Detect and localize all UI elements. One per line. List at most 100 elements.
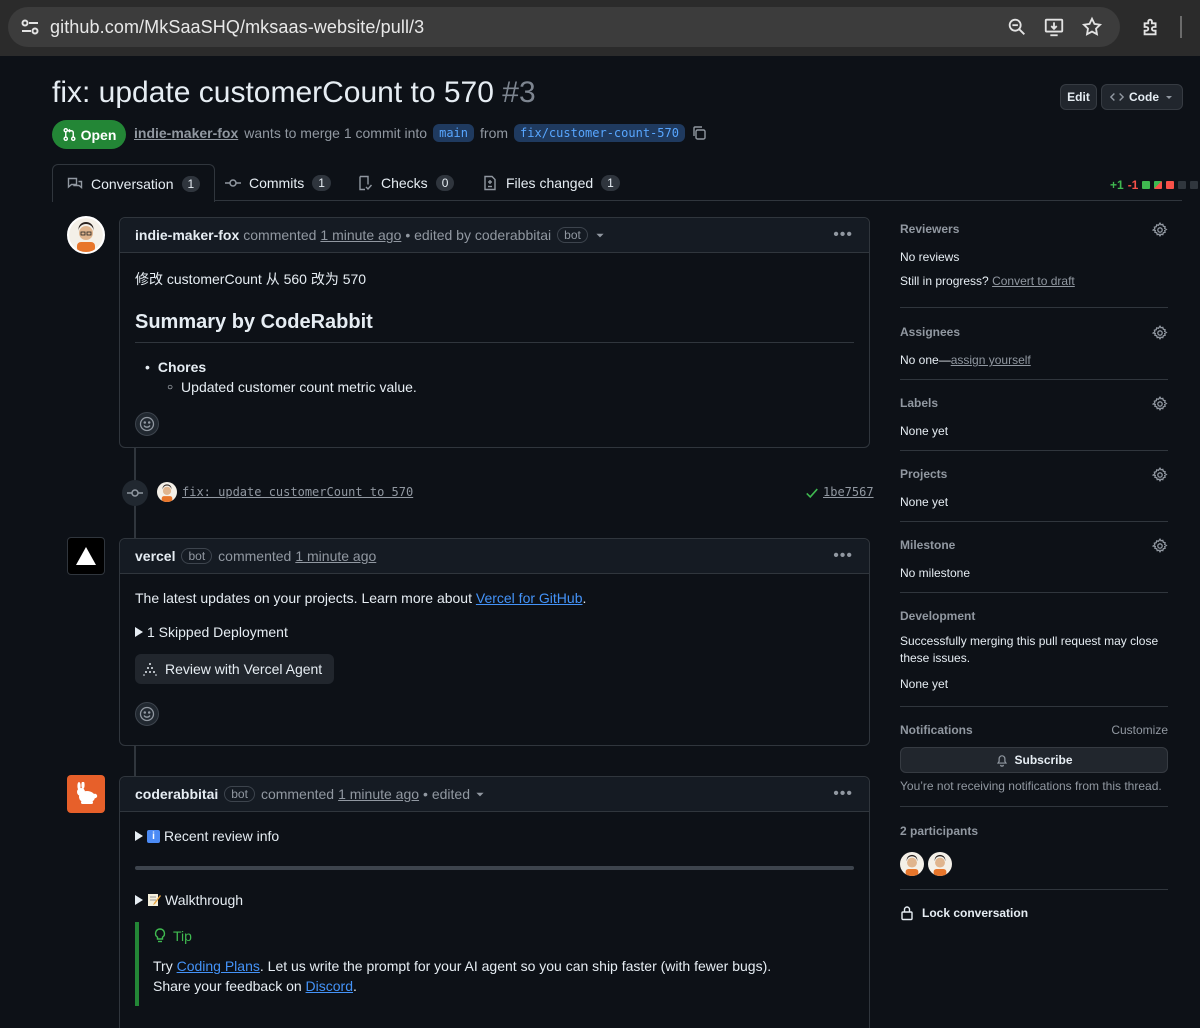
- review-vercel-agent-button[interactable]: Review with Vercel Agent: [135, 654, 335, 684]
- tab-checks[interactable]: Checks 0: [343, 164, 468, 201]
- pr-title: fix: update customerCount to 570 #3: [52, 76, 536, 110]
- file-diff-icon: [484, 175, 496, 190]
- avatar[interactable]: [67, 775, 105, 813]
- skipped-deployment-toggle[interactable]: 1 Skipped Deployment: [135, 624, 854, 640]
- comment-time[interactable]: 1 minute ago: [320, 227, 401, 243]
- sidebar-development: Development Successfully merging this pu…: [900, 609, 1168, 691]
- bookmark-star-icon[interactable]: [1081, 16, 1103, 38]
- lock-icon: [901, 906, 913, 921]
- bullet-hollow: ○: [167, 382, 174, 393]
- participant-avatar[interactable]: [900, 852, 924, 876]
- commit-message[interactable]: fix: update customerCount to 570: [182, 485, 413, 499]
- comment-action: commented: [218, 548, 292, 564]
- diff-box: [1154, 181, 1163, 189]
- edit-button[interactable]: Edit: [1060, 84, 1097, 110]
- sidebar-value: None yet: [900, 424, 949, 438]
- more-options-icon[interactable]: •••: [833, 226, 853, 244]
- memo-icon: [148, 894, 161, 906]
- sidebar-notifications: Notifications Customize Subscribe You’re…: [900, 723, 1168, 793]
- more-options-icon[interactable]: •••: [833, 785, 853, 803]
- sidebar-value: None yet: [900, 495, 949, 509]
- participant-avatar[interactable]: [928, 852, 952, 876]
- chevron-down-icon[interactable]: [474, 788, 486, 800]
- avatar[interactable]: [67, 216, 105, 254]
- subscribe-label: Subscribe: [1014, 753, 1073, 767]
- vercel-github-link[interactable]: Vercel for GitHub: [476, 590, 583, 606]
- skipped-deployment-label: 1 Skipped Deployment: [147, 624, 288, 640]
- smiley-icon: [139, 416, 155, 432]
- commit-sha[interactable]: 1be7567: [823, 485, 874, 499]
- comment-body: 修改 customerCount 从 560 改为 570 Summary by…: [120, 269, 869, 436]
- add-reaction-button[interactable]: [135, 702, 159, 726]
- add-reaction-button[interactable]: [135, 412, 159, 436]
- gear-icon[interactable]: [1152, 467, 1168, 483]
- recent-review-toggle[interactable]: i Recent review info: [135, 828, 854, 844]
- subscribe-button[interactable]: Subscribe: [900, 747, 1168, 773]
- sidebar-labels: Labels None yet: [900, 396, 1168, 438]
- head-branch[interactable]: fix/customer-count-570: [514, 124, 685, 142]
- tab-commits[interactable]: Commits 1: [211, 164, 345, 201]
- coding-plans-link[interactable]: Coding Plans: [177, 958, 260, 974]
- install-app-icon[interactable]: [1043, 16, 1065, 38]
- sidebar-reviewers: Reviewers No reviews Still in progress? …: [900, 222, 1168, 288]
- sidebar-value: Successfully merging this pull request m…: [900, 634, 1159, 665]
- sidebar-divider: [900, 379, 1168, 380]
- sidebar-title: Development: [900, 609, 976, 623]
- sidebar-value: No one—assign yourself: [900, 353, 1168, 367]
- diffstat: +1 -1: [1110, 178, 1199, 192]
- avatar[interactable]: [67, 537, 105, 575]
- sidebar-title[interactable]: Labels: [900, 396, 1168, 410]
- customize-link[interactable]: Customize: [1111, 723, 1168, 737]
- comment-box: indie-maker-fox commented 1 minute ago •…: [119, 217, 870, 448]
- bell-icon: [997, 755, 1008, 767]
- sidebar-title[interactable]: Assignees: [900, 325, 1168, 339]
- comment-edited: • edited: [423, 786, 470, 802]
- comment-time[interactable]: 1 minute ago: [295, 548, 376, 564]
- tab-counter: 0: [435, 174, 455, 191]
- comment-box: vercel bot commented 1 minute ago ••• Th…: [119, 538, 870, 746]
- discord-link[interactable]: Discord: [306, 978, 353, 994]
- convert-to-draft-link[interactable]: Convert to draft: [992, 274, 1075, 288]
- comment-header: vercel bot commented 1 minute ago: [120, 539, 869, 574]
- address-bar[interactable]: github.com/MkSaaSHQ/mksaas-website/pull/…: [8, 7, 1120, 47]
- bot-badge: bot: [181, 548, 213, 564]
- url-text[interactable]: github.com/MkSaaSHQ/mksaas-website/pull/…: [50, 17, 424, 38]
- lock-conversation-button[interactable]: Lock conversation: [900, 905, 1168, 921]
- gear-icon[interactable]: [1152, 538, 1168, 554]
- site-settings-icon[interactable]: [18, 15, 42, 39]
- sidebar-title[interactable]: Milestone: [900, 538, 1168, 552]
- base-branch[interactable]: main: [433, 124, 475, 142]
- tab-counter: 1: [601, 174, 620, 191]
- assign-yourself-link[interactable]: assign yourself: [951, 353, 1031, 367]
- comment-author[interactable]: coderabbitai: [135, 786, 218, 802]
- comment-author[interactable]: indie-maker-fox: [135, 227, 239, 243]
- sidebar-divider: [900, 307, 1168, 308]
- gear-icon[interactable]: [1152, 396, 1168, 412]
- copy-icon[interactable]: [691, 125, 707, 141]
- walkthrough-toggle[interactable]: Walkthrough: [135, 892, 854, 908]
- more-options-icon[interactable]: •••: [833, 547, 853, 565]
- code-icon: [1110, 93, 1124, 101]
- sidebar-title[interactable]: Reviewers: [900, 222, 1168, 236]
- gear-icon[interactable]: [1152, 325, 1168, 341]
- comment-author[interactable]: vercel: [135, 548, 175, 564]
- code-button[interactable]: Code: [1101, 84, 1183, 110]
- gear-icon[interactable]: [1152, 222, 1168, 238]
- tab-conversation[interactable]: Conversation 1: [52, 164, 216, 202]
- tab-files-changed[interactable]: Files changed 1: [468, 164, 634, 201]
- comment-time[interactable]: 1 minute ago: [338, 786, 419, 802]
- sidebar-value: No milestone: [900, 566, 971, 580]
- pr-author-link[interactable]: indie-maker-fox: [134, 125, 238, 141]
- diff-additions: +1: [1110, 178, 1124, 192]
- tab-counter: 1: [312, 174, 331, 191]
- extensions-icon[interactable]: [1140, 16, 1162, 38]
- zoom-icon[interactable]: [1006, 16, 1028, 38]
- commit-author-avatar[interactable]: [157, 482, 177, 502]
- comment-action: commented: [260, 786, 335, 802]
- check-icon: [806, 488, 818, 499]
- chevron-down-icon[interactable]: [594, 229, 606, 241]
- pr-meta: indie-maker-fox wants to merge 1 commit …: [134, 124, 707, 142]
- tip-title-label: Tip: [173, 928, 192, 944]
- sidebar-participants: 2 participants: [900, 824, 1168, 876]
- sidebar-title[interactable]: Projects: [900, 467, 1168, 481]
